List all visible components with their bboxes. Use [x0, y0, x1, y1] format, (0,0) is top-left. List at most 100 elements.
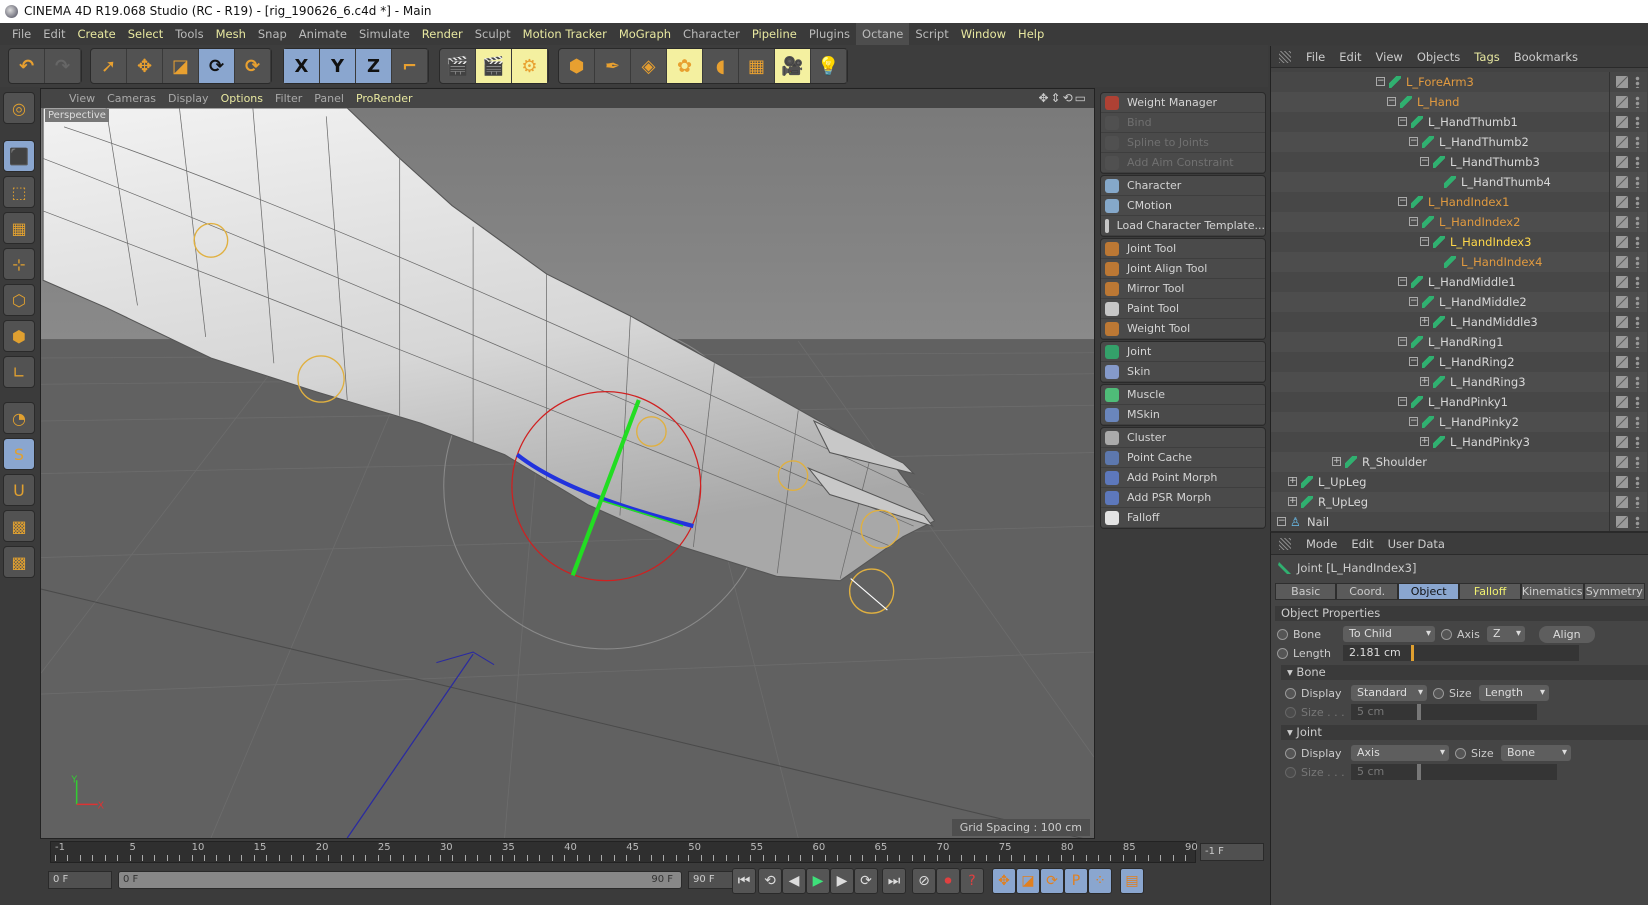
step-back-button[interactable]: ◀ [782, 868, 806, 894]
visibility-toggle-icon[interactable] [1616, 256, 1628, 268]
tab-object[interactable]: Object [1397, 583, 1460, 600]
viewport-menu-options[interactable]: Options [215, 92, 269, 105]
collapse-icon[interactable]: − [1409, 297, 1418, 306]
timeline-button[interactable]: ▤ [1120, 868, 1144, 894]
viewport[interactable]: View Cameras Display Options Filter Panel ProR… [40, 88, 1095, 839]
viewport-menu-display[interactable]: Display [162, 92, 215, 105]
object-row[interactable]: + L_HandRing3 [1271, 372, 1647, 392]
collapse-icon[interactable]: − [1398, 397, 1407, 406]
light-button[interactable]: 💡 [811, 49, 847, 83]
collapse-icon[interactable]: − [1398, 337, 1407, 346]
z-axis-button[interactable]: Z [356, 49, 392, 83]
object-row[interactable]: − L_ForeArm3 [1271, 72, 1647, 92]
go-to-end-button[interactable]: ⏭ [882, 868, 906, 894]
menu-item-weight-tool[interactable]: Weight Tool [1101, 319, 1265, 339]
visibility-toggle-icon[interactable] [1616, 116, 1628, 128]
point-level-button[interactable]: ⁘ [1088, 868, 1112, 894]
y-axis-button[interactable]: Y [320, 49, 356, 83]
expand-icon[interactable]: + [1420, 437, 1429, 446]
scale-key-button[interactable]: ◪ [1016, 868, 1040, 894]
tweak-mode-button[interactable]: ◔ [3, 402, 35, 434]
menu-file[interactable]: File [6, 23, 37, 45]
render-dots-icon[interactable] [1635, 376, 1640, 388]
visibility-toggle-icon[interactable] [1616, 216, 1628, 228]
play-button[interactable]: ▶ [806, 868, 830, 894]
menu-pipeline[interactable]: Pipeline [746, 23, 803, 45]
bone-display-dropdown[interactable]: Standard [1351, 685, 1427, 701]
redo-button[interactable]: ↷ [45, 49, 81, 83]
move-button[interactable]: ✥ [127, 49, 163, 83]
align-button[interactable]: Align [1539, 625, 1595, 643]
polygons-mode-button[interactable]: ⬢ [3, 320, 35, 352]
object-row[interactable]: − L_HandMiddle2 [1271, 292, 1647, 312]
collapse-icon[interactable]: − [1409, 137, 1418, 146]
tab-kinematics[interactable]: Kinematics [1520, 583, 1584, 600]
render-dots-icon[interactable] [1635, 96, 1640, 108]
tab-falloff[interactable]: Falloff [1459, 583, 1521, 600]
tab-symmetry[interactable]: Symmetry [1583, 583, 1645, 600]
snap-button[interactable]: U [3, 474, 35, 506]
current-frame-field[interactable]: -1 F [1200, 843, 1264, 861]
menu-item-mirror-tool[interactable]: Mirror Tool [1101, 279, 1265, 299]
menu-item-joint-align-tool[interactable]: Joint Align Tool [1101, 259, 1265, 279]
autokey-button[interactable]: ⏺ [936, 868, 960, 894]
start-frame-field[interactable]: 0 F [48, 871, 112, 889]
render-dots-icon[interactable] [1635, 136, 1640, 148]
tab-basic[interactable]: Basic [1275, 583, 1337, 600]
menu-item-add-point-morph[interactable]: Add Point Morph [1101, 468, 1265, 488]
go-to-start-button[interactable]: ⏮ [732, 868, 756, 894]
visibility-toggle-icon[interactable] [1616, 516, 1628, 528]
visibility-toggle-icon[interactable] [1616, 396, 1628, 408]
object-row[interactable]: − L_Hand [1271, 92, 1647, 112]
cloner-button[interactable]: ✿ [667, 49, 703, 83]
cube-button[interactable]: ⬢ [559, 49, 595, 83]
visibility-toggle-icon[interactable] [1616, 496, 1628, 508]
om-menu-edit[interactable]: Edit [1332, 50, 1368, 64]
expand-icon[interactable]: + [1332, 457, 1341, 466]
collapse-icon[interactable]: − [1398, 117, 1407, 126]
viewport-menu-cameras[interactable]: Cameras [101, 92, 162, 105]
joint-section-header[interactable]: ▾ Joint [1281, 725, 1648, 740]
am-menu-edit[interactable]: Edit [1344, 537, 1380, 551]
menu-motion-tracker[interactable]: Motion Tracker [517, 23, 613, 45]
record-disabled-button[interactable]: ⊘ [912, 868, 936, 894]
make-editable-button[interactable]: ◎ [3, 92, 35, 124]
expand-icon[interactable]: + [1288, 497, 1297, 506]
bone-animate-radio[interactable] [1277, 628, 1288, 640]
visibility-toggle-icon[interactable] [1616, 476, 1628, 488]
menu-item-cluster[interactable]: Cluster [1101, 428, 1265, 448]
joint-size-radio[interactable] [1455, 747, 1466, 759]
menu-item-muscle[interactable]: Muscle [1101, 385, 1265, 405]
collapse-icon[interactable]: − [1398, 277, 1407, 286]
object-row[interactable]: L_HandIndex4 [1271, 252, 1647, 272]
visibility-toggle-icon[interactable] [1616, 316, 1628, 328]
menu-render[interactable]: Render [416, 23, 469, 45]
axis-animate-radio[interactable] [1441, 628, 1452, 640]
om-menu-file[interactable]: File [1299, 50, 1332, 64]
collapse-icon[interactable]: − [1277, 517, 1286, 526]
object-row[interactable]: − L_HandRing2 [1271, 352, 1647, 372]
joint-display-dropdown[interactable]: Axis [1351, 745, 1449, 761]
object-row[interactable]: + R_UpLeg [1271, 492, 1647, 512]
render-picture-viewer-button[interactable]: 🎬 [476, 49, 512, 83]
viewport-menu-filter[interactable]: Filter [269, 92, 308, 105]
workplane-mode-button[interactable]: ▦ [3, 212, 35, 244]
x-axis-button[interactable]: X [284, 49, 320, 83]
keyframe-selection-button[interactable]: ? [960, 868, 984, 894]
visibility-toggle-icon[interactable] [1616, 176, 1628, 188]
coordinate-system-button[interactable]: ⌐ [392, 49, 428, 83]
visibility-toggle-icon[interactable] [1616, 136, 1628, 148]
render-dots-icon[interactable] [1635, 276, 1640, 288]
object-row[interactable]: − L_HandPinky2 [1271, 412, 1647, 432]
object-row[interactable]: + R_Shoulder [1271, 452, 1647, 472]
collapse-icon[interactable]: − [1420, 157, 1429, 166]
recent-tool-button[interactable]: ⟳ [235, 49, 271, 83]
render-dots-icon[interactable] [1635, 236, 1640, 248]
position-key-button[interactable]: ✥ [992, 868, 1016, 894]
object-row[interactable]: + L_HandMiddle3 [1271, 312, 1647, 332]
expand-icon[interactable]: + [1420, 377, 1429, 386]
collapse-icon[interactable]: − [1387, 97, 1396, 106]
visibility-toggle-icon[interactable] [1616, 296, 1628, 308]
edges-mode-button[interactable]: ⬡ [3, 284, 35, 316]
visibility-toggle-icon[interactable] [1616, 456, 1628, 468]
